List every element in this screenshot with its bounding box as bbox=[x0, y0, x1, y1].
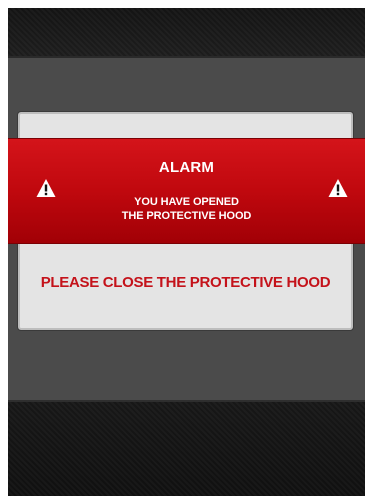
warning-triangle-icon bbox=[328, 179, 348, 197]
top-bar bbox=[8, 8, 365, 58]
close-hood-instruction: PLEASE CLOSE THE PROTECTIVE HOOD bbox=[40, 274, 331, 291]
alarm-banner: ALARM YOU HAVE OPENED THE PROTECTIVE HOO… bbox=[8, 139, 365, 243]
device-screen: ALARM YOU HAVE OPENED THE PROTECTIVE HOO… bbox=[8, 8, 365, 496]
bottom-bar bbox=[8, 400, 365, 496]
alarm-title: ALARM bbox=[158, 159, 215, 176]
alarm-message-line-2: THE PROTECTIVE HOOD bbox=[121, 210, 252, 222]
alarm-message-line-1: YOU HAVE OPENED bbox=[134, 196, 239, 208]
warning-triangle-icon bbox=[36, 179, 56, 197]
